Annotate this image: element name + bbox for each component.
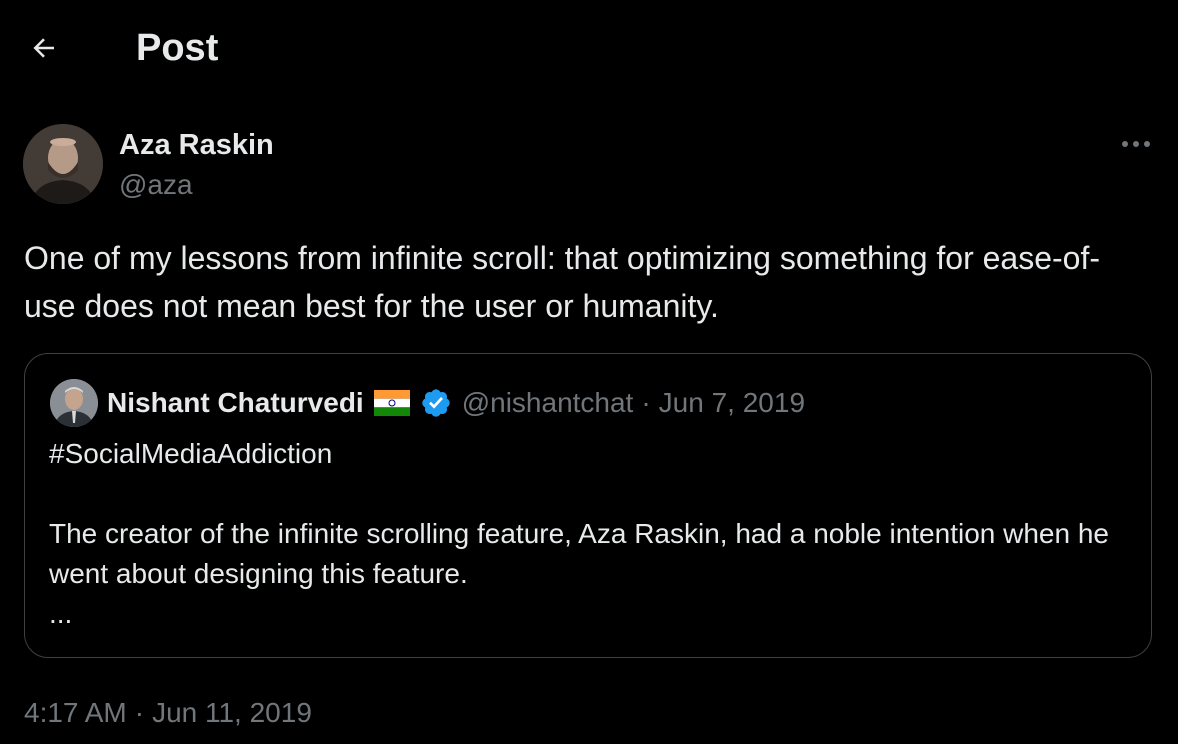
page-header: Post bbox=[0, 0, 1178, 96]
separator-dot: · bbox=[134, 697, 145, 728]
post-page: Post Aza Raskin @aza One of my lessons f… bbox=[0, 0, 1178, 744]
page-title: Post bbox=[136, 27, 219, 69]
back-button[interactable] bbox=[20, 24, 68, 72]
more-options-button[interactable] bbox=[1112, 128, 1160, 160]
quoted-meta: @nishantchat · Jun 7, 2019 bbox=[462, 387, 805, 419]
quoted-post-text: The creator of the infinite scrolling fe… bbox=[49, 518, 1109, 589]
quoted-author-handle[interactable]: @nishantchat bbox=[462, 387, 634, 419]
india-flag-icon bbox=[373, 390, 410, 416]
quoted-post-header: Nishant Chaturvedi @nishantchat · Jun 7,… bbox=[107, 382, 805, 424]
quoted-post-date[interactable]: Jun 7, 2019 bbox=[659, 387, 805, 419]
quoted-post[interactable]: Nishant Chaturvedi @nishantchat · Jun 7,… bbox=[24, 353, 1152, 658]
arrow-left-icon bbox=[33, 38, 54, 58]
more-horizontal-icon bbox=[1122, 141, 1150, 147]
post-date[interactable]: Jun 11, 2019 bbox=[152, 694, 312, 732]
author-avatar[interactable] bbox=[23, 124, 103, 204]
verified-badge-icon bbox=[420, 387, 452, 419]
separator-dot: · bbox=[641, 387, 651, 418]
author-name[interactable]: Aza Raskin bbox=[119, 126, 274, 164]
quoted-post-body: #SocialMediaAddiction The creator of the… bbox=[49, 434, 1129, 634]
hashtag-link[interactable]: #SocialMediaAddiction bbox=[49, 434, 1129, 474]
post-time[interactable]: 4:17 AM bbox=[24, 694, 127, 732]
author-handle[interactable]: @aza bbox=[119, 166, 193, 204]
post-timestamp: 4:17 AM · Jun 11, 2019 bbox=[24, 694, 312, 732]
truncation-ellipsis: ... bbox=[49, 598, 73, 629]
quoted-author-avatar[interactable] bbox=[50, 379, 98, 427]
quoted-author-name[interactable]: Nishant Chaturvedi bbox=[107, 387, 364, 419]
post-text: One of my lessons from infinite scroll: … bbox=[24, 240, 1100, 324]
